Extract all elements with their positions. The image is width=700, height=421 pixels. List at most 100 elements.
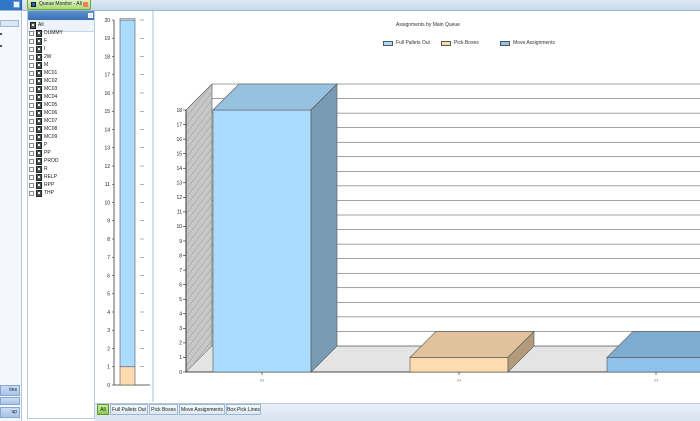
tree-checkbox[interactable] (29, 167, 34, 172)
tree-checkbox[interactable] (29, 63, 34, 68)
x-tick-label: ?? (457, 378, 462, 383)
tree-checkbox[interactable] (29, 103, 34, 108)
tree-checkbox[interactable] (29, 175, 34, 180)
y-tick-label: 5 (179, 297, 182, 303)
y-tick-label: 1 (179, 355, 182, 361)
queue-icon (36, 38, 42, 45)
tree-item[interactable]: RELP (28, 174, 92, 182)
y-tick-label: 1 (107, 365, 110, 371)
queue-tree-header (28, 11, 94, 20)
y-tick-label: 8 (107, 237, 110, 243)
tree-checkbox[interactable] (29, 79, 34, 84)
tree-item[interactable]: 2W (28, 54, 92, 62)
tree-item-label: MC03 (44, 86, 58, 92)
left-nav-button-sites[interactable]: ites (0, 385, 20, 396)
left-nav-marker (0, 33, 2, 35)
tree-checkbox[interactable] (29, 71, 34, 76)
y-tick-label: 15 (104, 109, 110, 115)
tree-item[interactable]: PROD (28, 158, 92, 166)
y-tick-label: 16 (176, 137, 182, 143)
collapse-panel-button[interactable] (88, 13, 93, 18)
tree-checkbox[interactable] (29, 151, 34, 156)
tree-item[interactable]: MC07 (28, 118, 92, 126)
tree-checkbox[interactable] (29, 135, 34, 140)
bottom-tab[interactable]: Pick Boxes (149, 404, 178, 415)
y-tick-label: 10 (104, 200, 110, 206)
queue-icon (36, 54, 42, 61)
tree-item[interactable]: RPP (28, 182, 92, 190)
queue-icon (36, 182, 42, 189)
queue-icon (36, 110, 42, 117)
tree-checkbox[interactable] (29, 119, 34, 124)
tree-item[interactable]: MC04 (28, 94, 92, 102)
tree-checkbox[interactable] (29, 143, 34, 148)
tree-item[interactable]: P (28, 142, 92, 150)
tree-checkbox[interactable] (29, 55, 34, 60)
tree-checkbox[interactable] (29, 159, 34, 164)
tree-item[interactable]: PP (28, 150, 92, 158)
tree-checkbox[interactable] (29, 95, 34, 100)
left-nav-button[interactable] (0, 397, 20, 405)
tree-item[interactable]: MC01 (28, 70, 92, 78)
tree-item[interactable]: DUMMY (28, 30, 92, 38)
tree-item[interactable]: MC05 (28, 102, 92, 110)
tree-item-label: RELP (44, 174, 58, 180)
tree-item[interactable]: MC08 (28, 126, 92, 134)
tree-item[interactable]: MC09 (28, 134, 92, 142)
tree-checkbox[interactable] (29, 87, 34, 92)
queue-icon (36, 190, 42, 197)
y-tick-label: 12 (176, 195, 182, 201)
bottom-tab[interactable]: Move Assignments (179, 404, 225, 415)
bar-front-face (409, 357, 509, 373)
tree-checkbox[interactable] (29, 191, 34, 196)
tree-item[interactable]: I (28, 46, 92, 54)
tree-item[interactable]: MC02 (28, 78, 92, 86)
x-tick-label: ?? (260, 378, 265, 383)
legend-label: Full Pallets Out (396, 40, 430, 46)
y-tick-label: 6 (107, 273, 110, 279)
tree-item[interactable]: F (28, 38, 92, 46)
y-tick-label: 2 (179, 341, 182, 347)
close-tab-icon[interactable] (83, 2, 88, 7)
left-nav-search[interactable] (0, 20, 19, 27)
tab-queue-monitor[interactable]: Queue Monitor - All (27, 0, 91, 10)
queue-icon (36, 118, 42, 125)
y-tick-label: 19 (104, 36, 110, 42)
queue-icon (36, 94, 42, 101)
tree-checkbox[interactable] (29, 127, 34, 132)
tree-item-label: DUMMY (44, 30, 63, 36)
bottom-tab[interactable]: All (97, 404, 109, 415)
window-icon[interactable] (13, 1, 20, 8)
y-tick-label: 16 (104, 91, 110, 97)
tree-checkbox[interactable] (29, 47, 34, 52)
y-tick-label: 5 (107, 292, 110, 298)
y-tick-label: 0 (107, 383, 110, 389)
queue-icon (36, 78, 42, 85)
left-nav-marker (0, 45, 2, 47)
tree-item[interactable]: All (28, 22, 92, 30)
tree-item-label: P (44, 142, 48, 148)
tree-item-label: MC02 (44, 78, 58, 84)
tree-item[interactable]: MC03 (28, 86, 92, 94)
tree-item-label: M (44, 62, 49, 68)
stacked-bar-segment (119, 19, 136, 368)
queue-icon (36, 70, 42, 77)
tree-item-label: THP (44, 190, 54, 196)
tree-checkbox[interactable] (29, 39, 34, 44)
tree-item-label: F (44, 38, 48, 44)
bottom-tab[interactable]: Full Pallets Out (110, 404, 148, 415)
left-nav-panel (0, 11, 22, 421)
y-tick-label: 9 (107, 219, 110, 225)
left-nav-button-setup[interactable]: up (0, 407, 20, 418)
tree-checkbox[interactable] (29, 183, 34, 188)
tree-checkbox[interactable] (29, 31, 34, 36)
tree-item[interactable]: THP (28, 190, 92, 198)
bottom-tab[interactable]: Box Pick Lines (226, 404, 261, 415)
queue-icon (36, 62, 42, 69)
tree-item[interactable]: R (28, 166, 92, 174)
tree-checkbox[interactable] (29, 111, 34, 116)
y-tick-label: 11 (105, 182, 110, 188)
y-tick-label: 20 (104, 18, 110, 24)
tree-item[interactable]: MC06 (28, 110, 92, 118)
tree-item[interactable]: M (28, 62, 92, 70)
